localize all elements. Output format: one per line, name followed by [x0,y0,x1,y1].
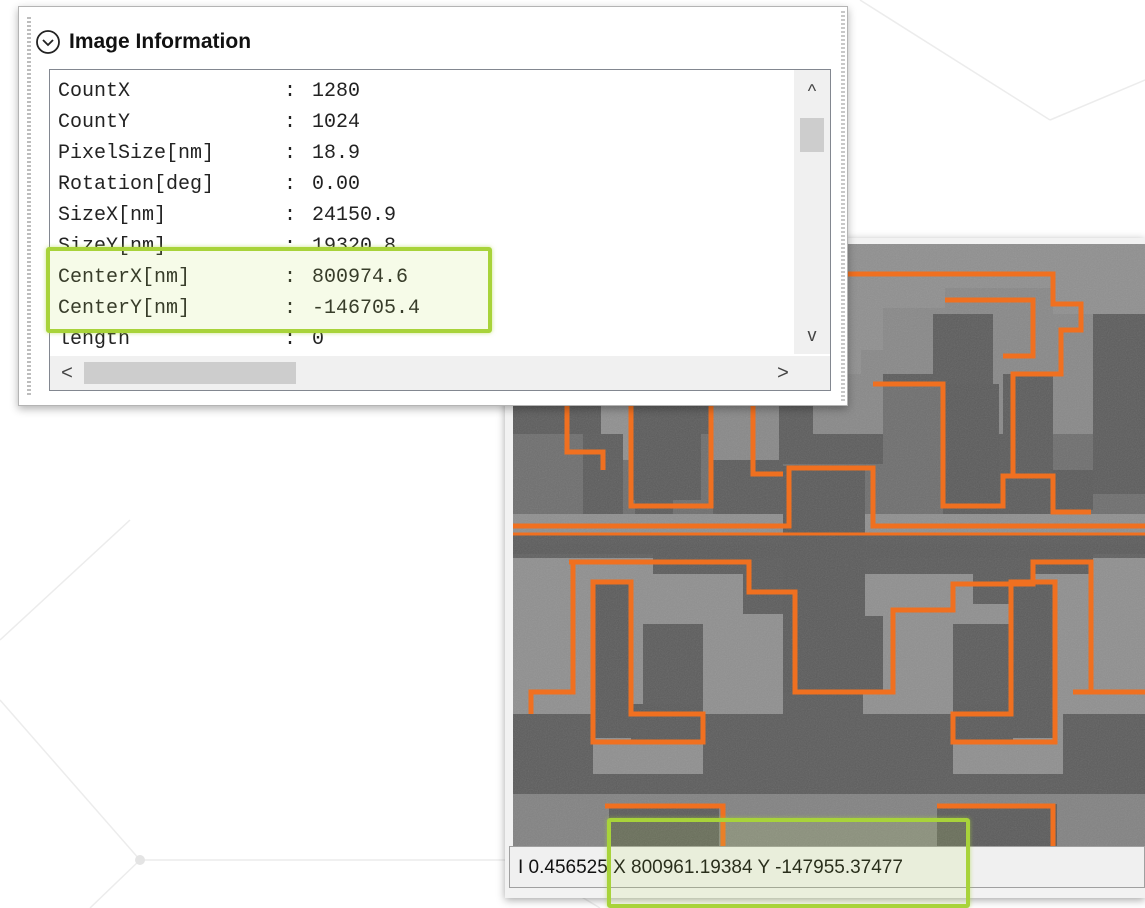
vertical-scrollbar[interactable]: ^ v [794,70,830,354]
info-separator: : [284,204,297,227]
info-key: SizeX[nm] [58,204,167,227]
info-separator: : [284,80,297,103]
info-value: 0.00 [312,173,361,196]
horizontal-scrollbar[interactable]: < > [50,356,830,390]
info-row: SizeX[nm]:24150.9 [58,200,798,231]
center-coordinates-highlight [46,247,492,333]
image-info-list[interactable]: CountX:1280 CountY:1024 PixelSize[nm]:18.9… [49,69,831,391]
info-value: 1280 [312,80,361,103]
info-row: CountY:1024 [58,107,798,138]
info-separator: : [284,173,297,196]
info-row: Rotation[deg]:0.00 [58,169,798,200]
info-row: CountX:1280 [58,76,798,107]
panel-grip-right[interactable] [841,11,845,403]
scroll-down-icon[interactable]: v [794,322,830,348]
info-value: 1024 [312,111,361,134]
info-separator: : [284,111,297,134]
panel-title: Image Information [69,30,252,53]
horizontal-scroll-thumb[interactable] [84,362,296,384]
scroll-right-icon[interactable]: > [770,356,796,390]
info-key: Rotation[deg] [58,173,215,196]
chevron-down-circle-icon[interactable] [35,29,61,55]
info-key: CountY [58,111,131,134]
status-readout-highlight [607,818,970,908]
info-key: CountX [58,80,131,103]
info-key: PixelSize[nm] [58,142,215,165]
info-value: 18.9 [312,142,361,165]
info-separator: : [284,142,297,165]
info-row: PixelSize[nm]:18.9 [58,138,798,169]
scroll-left-icon[interactable]: < [54,356,80,390]
info-value: 24150.9 [312,204,397,227]
vertical-scroll-thumb[interactable] [800,118,824,152]
image-information-panel: Image Information CountX:1280 CountY:1024… [18,6,848,406]
panel-header[interactable]: Image Information [35,25,251,59]
panel-grip-left[interactable] [27,17,31,395]
scroll-up-icon[interactable]: ^ [794,78,830,104]
